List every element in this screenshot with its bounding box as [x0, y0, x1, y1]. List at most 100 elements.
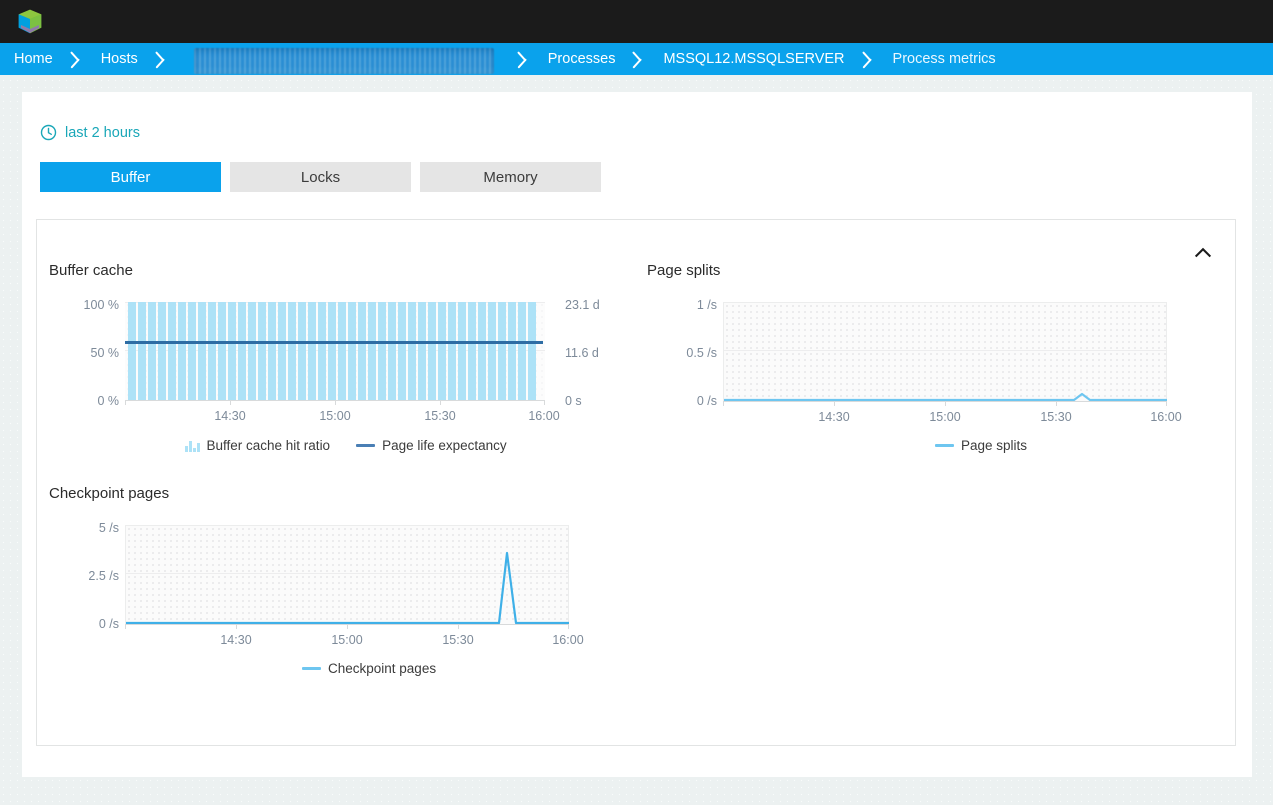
bar [478, 302, 486, 400]
breadcrumb-item-hosts[interactable]: Hosts [87, 43, 154, 75]
bar [318, 302, 326, 400]
breadcrumb-separator-icon [631, 43, 649, 75]
breadcrumb-separator-icon [154, 43, 172, 75]
line-swatch-icon [935, 444, 954, 447]
chart-title: Buffer cache [49, 262, 133, 279]
x-axis-tick: 14:30 [206, 633, 266, 647]
bar [408, 302, 416, 400]
y-axis-tick-left: 1 /s [655, 298, 717, 312]
bar [188, 302, 196, 400]
bar [228, 302, 236, 400]
timeframe-label: last 2 hours [65, 125, 140, 141]
y-axis-tick-right: 23.1 d [565, 298, 600, 312]
timeframe-selector[interactable]: last 2 hours [40, 124, 140, 141]
chart-buffer-cache: Buffer cache 100 % 50 % 0 % 23.1 d 11.6 … [37, 220, 637, 480]
bar [518, 302, 526, 400]
breadcrumb-item-processes[interactable]: Processes [534, 43, 632, 75]
x-axis-tick: 16:00 [1136, 410, 1196, 424]
x-axis-tick: 14:30 [804, 410, 864, 424]
breadcrumb: Home Hosts Processes MSSQL12.MSSQLSERVER… [0, 43, 1273, 75]
plot-area [723, 302, 1167, 401]
bar [338, 302, 346, 400]
charts-card: Buffer cache 100 % 50 % 0 % 23.1 d 11.6 … [36, 219, 1236, 746]
legend-item[interactable]: Page splits [935, 438, 1027, 453]
breadcrumb-label: Hosts [101, 51, 138, 67]
y-axis-tick-left: 50 % [67, 346, 119, 360]
bar [128, 302, 136, 400]
bar [278, 302, 286, 400]
bar [288, 302, 296, 400]
breadcrumb-item-home[interactable]: Home [0, 43, 69, 75]
redacted-hostname [194, 48, 494, 74]
tab-locks[interactable]: Locks [230, 162, 411, 192]
breadcrumb-item-host-redacted[interactable] [172, 43, 516, 75]
legend-label: Checkpoint pages [328, 661, 436, 676]
y-axis-tick-right: 11.6 d [565, 346, 599, 360]
bar [508, 302, 516, 400]
bar [428, 302, 436, 400]
breadcrumb-label: Processes [548, 51, 616, 67]
bar [248, 302, 256, 400]
breadcrumb-label: Home [14, 51, 53, 67]
bar [458, 302, 466, 400]
content-panel: last 2 hours Buffer Locks Memory Buffer … [22, 92, 1252, 777]
bar [238, 302, 246, 400]
x-axis-tick: 15:30 [428, 633, 488, 647]
tab-buffer[interactable]: Buffer [40, 162, 221, 192]
bar [418, 302, 426, 400]
x-axis-tick: 15:00 [915, 410, 975, 424]
bar [488, 302, 496, 400]
x-axis-tick: 15:00 [305, 409, 365, 423]
x-axis-tick: 16:00 [538, 633, 598, 647]
bar [208, 302, 216, 400]
legend-label: Page splits [961, 438, 1027, 453]
bar [218, 302, 226, 400]
breadcrumb-item-process[interactable]: MSSQL12.MSSQLSERVER [649, 43, 860, 75]
bar [498, 302, 506, 400]
bar [178, 302, 186, 400]
top-bar [0, 0, 1273, 43]
breadcrumb-label: Process metrics [893, 51, 996, 67]
line-series-page-life-expectancy [125, 341, 543, 344]
bar [348, 302, 356, 400]
bar [528, 302, 536, 400]
y-axis-tick-left: 5 /s [57, 521, 119, 535]
chart-title: Page splits [647, 262, 720, 279]
breadcrumb-separator-icon [861, 43, 879, 75]
bar [388, 302, 396, 400]
x-axis-tick: 15:30 [410, 409, 470, 423]
y-axis-tick-left: 100 % [67, 298, 119, 312]
chart-legend: Checkpoint pages [302, 661, 436, 676]
metric-tabs: Buffer Locks Memory [40, 162, 601, 192]
cube-logo-icon[interactable] [14, 6, 46, 38]
legend-item[interactable]: Checkpoint pages [302, 661, 436, 676]
bar [398, 302, 406, 400]
x-axis-tick: 16:00 [514, 409, 574, 423]
bar [308, 302, 316, 400]
line-swatch-icon [302, 667, 321, 670]
bar [328, 302, 336, 400]
bar [448, 302, 456, 400]
y-axis-tick-left: 0 /s [57, 617, 119, 631]
bar [358, 302, 366, 400]
bar [298, 302, 306, 400]
line-series-page-splits [724, 303, 1168, 402]
plot-area [125, 302, 545, 400]
y-axis-tick-left: 2.5 /s [57, 569, 119, 583]
tab-memory[interactable]: Memory [420, 162, 601, 192]
breadcrumb-item-process-metrics[interactable]: Process metrics [879, 43, 1012, 75]
x-axis-tick: 15:30 [1026, 410, 1086, 424]
bar [268, 302, 276, 400]
x-axis-tick: 14:30 [200, 409, 260, 423]
bar [138, 302, 146, 400]
bar [168, 302, 176, 400]
chart-page-splits: Page splits 1 /s 0.5 /s 0 /s 14:30 15:00… [635, 220, 1235, 480]
plot-area [125, 525, 569, 624]
y-axis-tick-right: 0 s [565, 394, 582, 408]
breadcrumb-separator-icon [516, 43, 534, 75]
bar [158, 302, 166, 400]
clock-icon [40, 124, 57, 141]
bar [438, 302, 446, 400]
chart-checkpoint-pages: Checkpoint pages 5 /s 2.5 /s 0 /s 14:30 … [37, 443, 637, 705]
breadcrumb-separator-icon [69, 43, 87, 75]
